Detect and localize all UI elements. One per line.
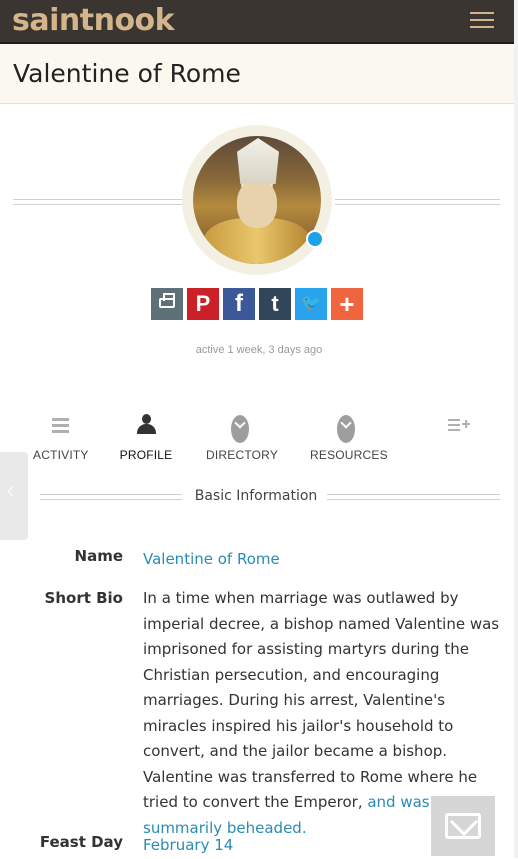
tab-more[interactable] <box>445 410 473 438</box>
playlist-add-icon <box>448 410 470 438</box>
tab-activity-label: ACTIVITY <box>33 448 89 462</box>
section-title: Basic Information <box>194 488 318 504</box>
page-header: Valentine of Rome <box>0 44 518 104</box>
tab-resources[interactable]: RESOURCES <box>310 410 388 462</box>
page-title: Valentine of Rome <box>13 59 241 88</box>
tab-profile-label: PROFILE <box>119 448 173 462</box>
tumblr-share-button[interactable]: t <box>259 288 291 320</box>
chevron-down-circle-icon <box>337 415 355 443</box>
tab-directory[interactable]: DIRECTORY <box>206 410 279 462</box>
section-divider-left <box>40 494 182 500</box>
profile-tabs: ACTIVITY PROFILE DIRECTORY RESOURCES <box>0 410 518 470</box>
bio-text: In a time when marriage was outlawed by … <box>143 589 500 811</box>
field-value-name: Valentine of Rome <box>143 547 503 573</box>
field-label-feast-day: Feast Day <box>39 833 123 851</box>
chevron-left-icon <box>7 486 18 497</box>
plus-icon: + <box>339 289 355 319</box>
tab-directory-label: DIRECTORY <box>206 448 279 462</box>
field-label-name: Name <box>74 547 123 565</box>
tab-resources-label: RESOURCES <box>310 448 388 462</box>
name-link[interactable]: Valentine of Rome <box>143 550 280 568</box>
section-divider-right <box>327 494 500 500</box>
person-icon <box>136 410 156 438</box>
field-label-bio: Short Bio <box>44 589 123 607</box>
avatar[interactable] <box>193 136 321 264</box>
pinterest-icon: P <box>195 291 211 316</box>
list-icon <box>48 410 69 438</box>
hamburger-menu-icon[interactable] <box>462 8 502 34</box>
tab-activity[interactable]: ACTIVITY <box>33 410 89 462</box>
facebook-share-button[interactable]: f <box>223 288 255 320</box>
message-button[interactable] <box>431 796 495 856</box>
feast-day-link[interactable]: February 14 <box>143 836 233 854</box>
site-logo[interactable]: saintnook <box>12 2 175 40</box>
print-button[interactable] <box>151 288 183 320</box>
more-share-button[interactable]: + <box>331 288 363 320</box>
tab-profile[interactable]: PROFILE <box>118 410 174 462</box>
facebook-icon: f <box>235 290 243 317</box>
tumblr-icon: t <box>271 291 279 316</box>
avatar-divider-left <box>13 199 183 205</box>
twitter-icon: 🐦 <box>301 295 321 312</box>
online-status-indicator <box>306 230 324 248</box>
chevron-down-circle-icon <box>231 415 249 443</box>
last-active-status: active 1 week, 3 days ago <box>195 344 323 356</box>
avatar-divider-right <box>335 199 500 205</box>
side-panel-toggle[interactable] <box>0 452 28 540</box>
top-navbar: saintnook <box>0 0 518 44</box>
print-icon <box>159 293 175 308</box>
envelope-icon <box>445 813 481 839</box>
twitter-share-button[interactable]: 🐦 <box>295 288 327 320</box>
pinterest-share-button[interactable]: P <box>187 288 219 320</box>
scrollbar[interactable] <box>514 0 518 858</box>
